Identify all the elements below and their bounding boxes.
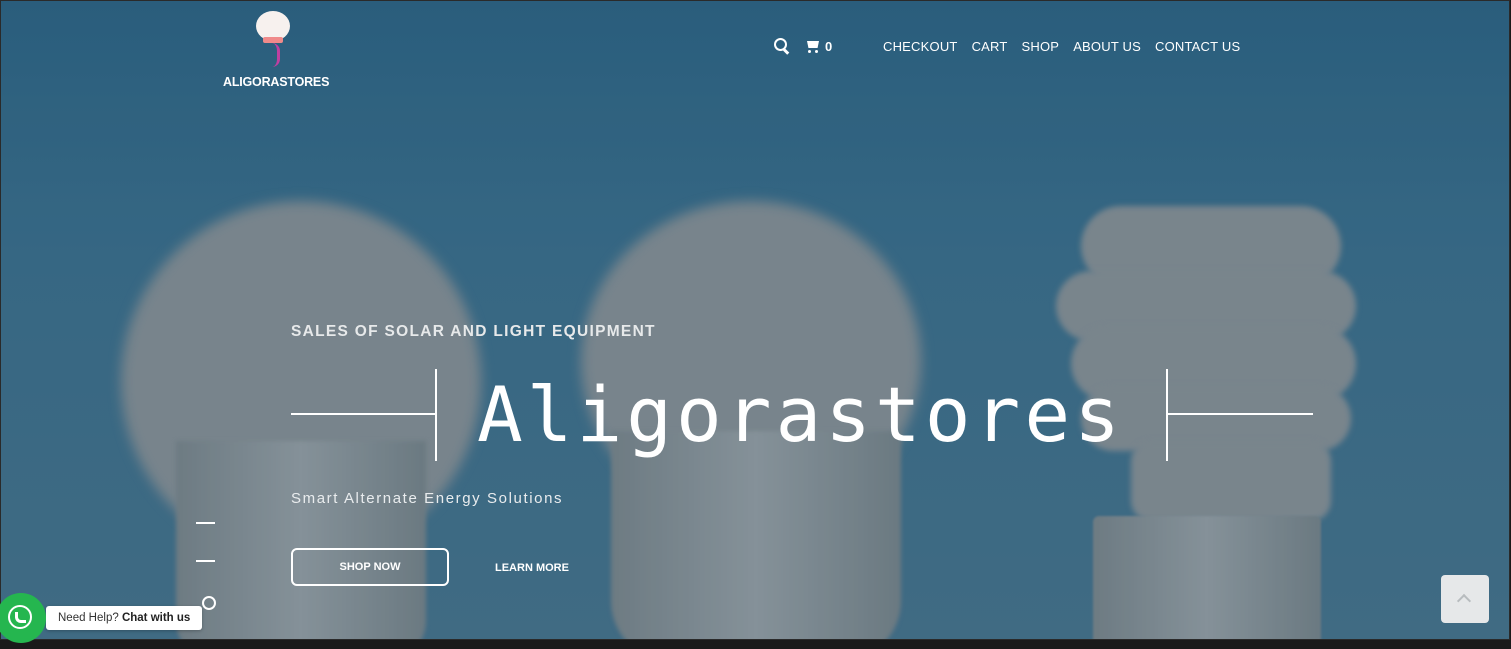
- site-logo[interactable]: ALIGORASTORES: [223, 11, 330, 89]
- chat-widget[interactable]: Need Help? Chat with us: [0, 593, 203, 643]
- nav-contact-us[interactable]: CONTACT US: [1155, 39, 1240, 54]
- nav-checkout[interactable]: CHECKOUT: [883, 39, 958, 54]
- hero-subtitle: Smart Alternate Energy Solutions: [291, 490, 564, 507]
- shop-now-button[interactable]: SHOP NOW: [291, 548, 449, 586]
- nav-shop[interactable]: SHOP: [1022, 39, 1060, 54]
- logo-text: ALIGORASTORES: [223, 75, 330, 89]
- cart-count: 0: [825, 38, 833, 54]
- hero-eyebrow: SALES OF SOLAR AND LIGHT EQUIPMENT: [291, 323, 656, 340]
- chat-prefix: Need Help?: [58, 612, 122, 624]
- slider-dot-2[interactable]: [196, 560, 215, 562]
- cart-icon: [805, 39, 821, 53]
- headline-line-left: [291, 413, 437, 415]
- learn-more-button[interactable]: LEARN MORE: [495, 562, 569, 574]
- nav-about-us[interactable]: ABOUT US: [1073, 39, 1141, 54]
- hero-headline: Aligorastores: [477, 370, 1124, 459]
- hero-headline-block: Aligorastores: [291, 369, 1315, 461]
- back-to-top-button[interactable]: [1441, 575, 1489, 623]
- cart-button[interactable]: 0: [805, 39, 832, 54]
- whatsapp-icon[interactable]: [0, 593, 46, 643]
- page-frame: ALIGORASTORES 0 CHECKOUT CART SHOP ABOUT…: [0, 0, 1510, 640]
- slider-dot-3[interactable]: [202, 596, 216, 610]
- header-icons: 0: [773, 37, 832, 55]
- lightbulb-logo-icon: [255, 11, 291, 67]
- headline-divider-right: [1166, 369, 1168, 461]
- chat-label[interactable]: Need Help? Chat with us: [46, 606, 203, 630]
- chat-action: Chat with us: [121, 612, 191, 624]
- headline-line-right: [1166, 413, 1313, 415]
- nav-cart[interactable]: CART: [972, 39, 1008, 54]
- headline-divider-left: [435, 369, 437, 461]
- chevron-up-icon: [1456, 593, 1472, 609]
- search-icon[interactable]: [773, 37, 791, 55]
- main-nav: CHECKOUT CART SHOP ABOUT US CONTACT US: [883, 39, 1240, 54]
- slider-dot-1[interactable]: [196, 522, 215, 524]
- hero-background-image: [1, 1, 1509, 639]
